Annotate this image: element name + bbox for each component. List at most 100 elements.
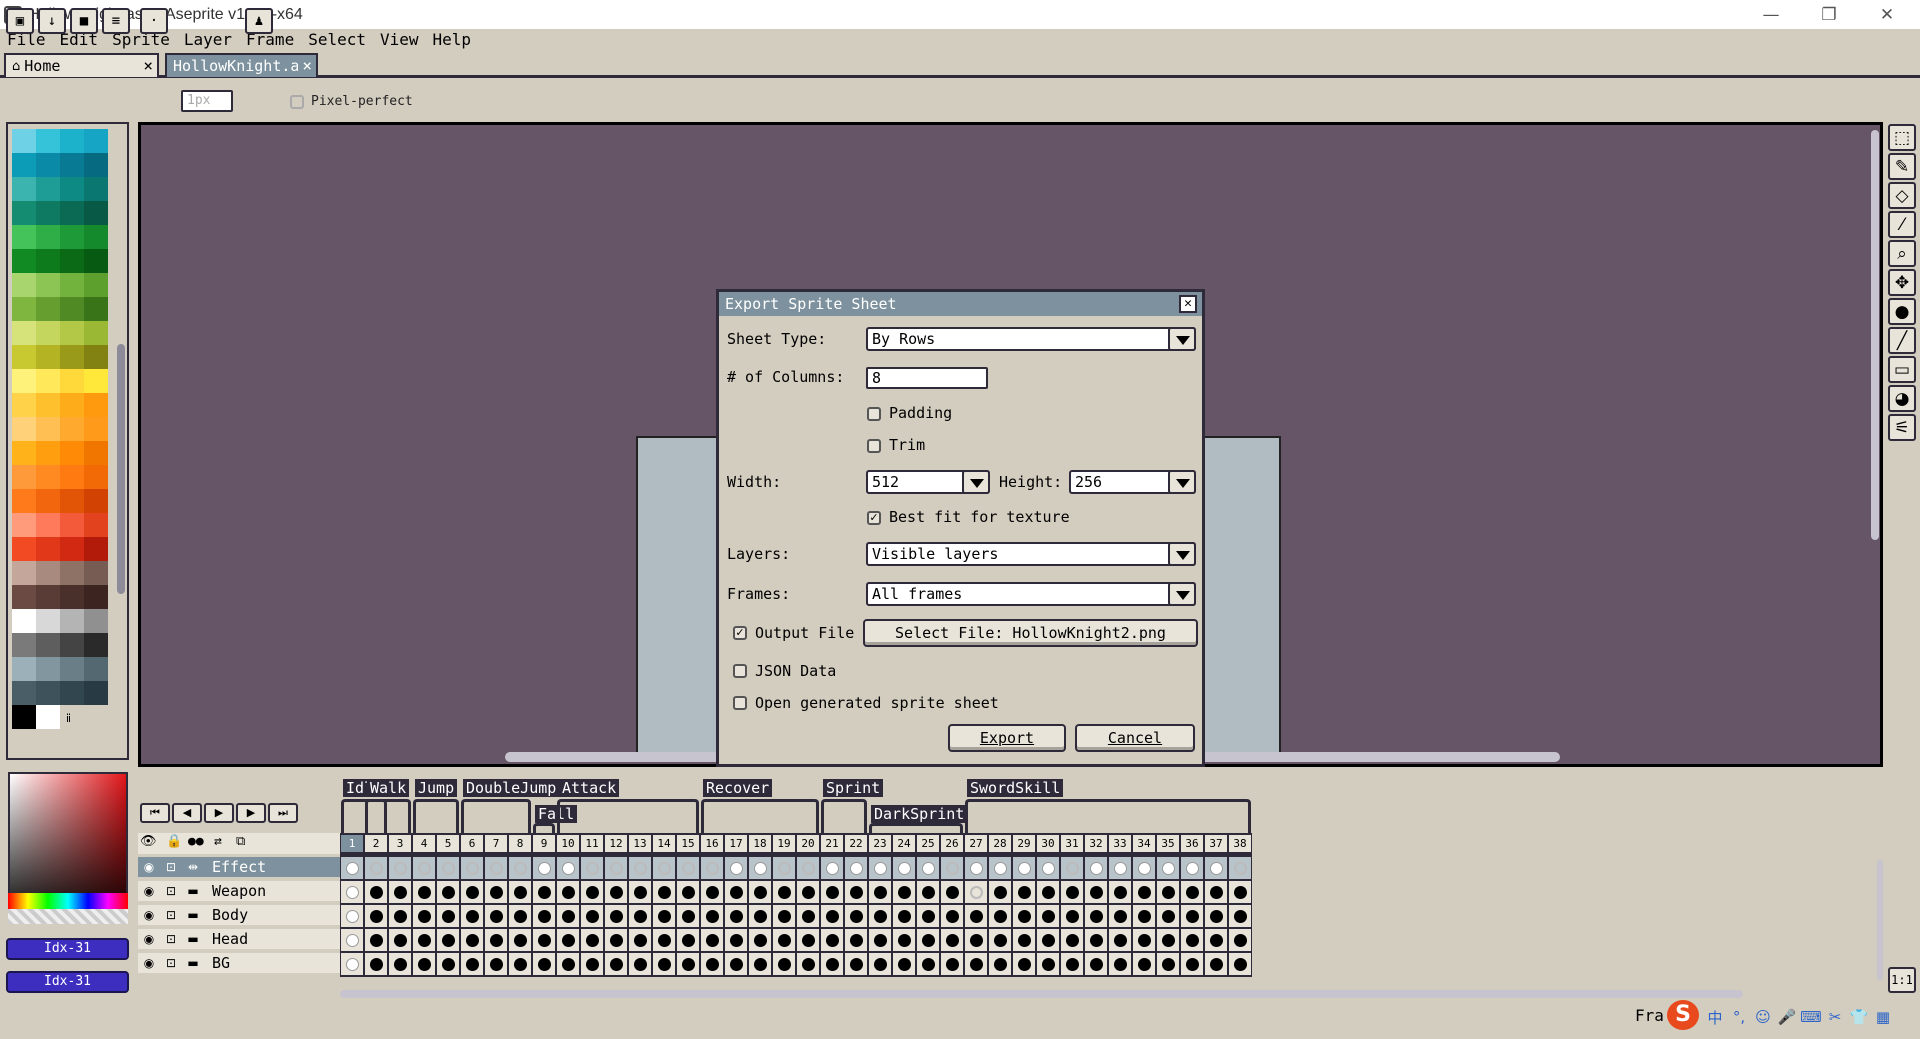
cel[interactable]: [485, 929, 507, 951]
cel[interactable]: [341, 929, 363, 951]
palette-swatch[interactable]: [12, 249, 36, 273]
cel[interactable]: [1205, 881, 1227, 903]
cel[interactable]: [1229, 929, 1251, 951]
square-brush-icon[interactable]: ■: [70, 8, 98, 34]
cel[interactable]: [677, 929, 699, 951]
cel[interactable]: [773, 857, 795, 879]
cel[interactable]: [557, 881, 579, 903]
palette-swatch[interactable]: [12, 153, 36, 177]
cel[interactable]: [437, 881, 459, 903]
cel[interactable]: [1061, 953, 1083, 975]
cel[interactable]: [1109, 953, 1131, 975]
palette-swatch[interactable]: [36, 369, 60, 393]
frame-tag-label[interactable]: Walk: [367, 779, 410, 797]
palette-swatch[interactable]: [84, 273, 108, 297]
palette-swatch[interactable]: [36, 489, 60, 513]
cel[interactable]: [1157, 953, 1179, 975]
cel[interactable]: [821, 953, 843, 975]
tab-hollowknight-close-icon[interactable]: ×: [302, 56, 312, 75]
palette-resize-icon[interactable]: ⅱ: [66, 712, 71, 725]
cel[interactable]: [581, 953, 603, 975]
cel[interactable]: [1013, 953, 1035, 975]
chevron-down-icon[interactable]: [1168, 542, 1196, 566]
eraser-tool-icon[interactable]: ◇: [1888, 182, 1916, 209]
cel[interactable]: [629, 953, 651, 975]
frame-tag-label[interactable]: Attack: [559, 779, 620, 797]
frame-number[interactable]: 19: [773, 835, 795, 852]
cel[interactable]: [1205, 905, 1227, 927]
cel[interactable]: [1205, 929, 1227, 951]
cel[interactable]: [941, 881, 963, 903]
cel[interactable]: [893, 857, 915, 879]
layer-row-head[interactable]: ◉ ⊡ ▬ Head: [138, 929, 340, 951]
frame-number[interactable]: 10: [557, 835, 579, 852]
cel[interactable]: [1037, 857, 1059, 879]
palette-swatch[interactable]: [60, 489, 84, 513]
palette-swatch[interactable]: [60, 225, 84, 249]
cel[interactable]: [797, 929, 819, 951]
cel[interactable]: [461, 929, 483, 951]
palette-swatch[interactable]: [12, 561, 36, 585]
palette-swatch[interactable]: [12, 681, 36, 705]
cel[interactable]: [509, 953, 531, 975]
cel[interactable]: [1037, 929, 1059, 951]
frame-number[interactable]: 29: [1013, 835, 1035, 852]
eye-icon[interactable]: ◉: [138, 860, 160, 874]
cel[interactable]: [365, 929, 387, 951]
frame-number[interactable]: 27: [965, 835, 987, 852]
continuous-icon[interactable]: ▬: [182, 932, 204, 946]
palette-swatch[interactable]: [60, 153, 84, 177]
cel[interactable]: [557, 953, 579, 975]
palette-swatch[interactable]: [12, 705, 36, 729]
frame-number[interactable]: 5: [437, 835, 459, 852]
palette-swatch[interactable]: [60, 345, 84, 369]
cel[interactable]: [965, 857, 987, 879]
cel[interactable]: [533, 857, 555, 879]
frame-number[interactable]: 28: [989, 835, 1011, 852]
palette-swatch[interactable]: [36, 345, 60, 369]
palette-swatch[interactable]: [84, 417, 108, 441]
cel[interactable]: [413, 857, 435, 879]
cel[interactable]: [485, 881, 507, 903]
cel[interactable]: [701, 929, 723, 951]
palette-swatch[interactable]: [84, 129, 108, 153]
cel[interactable]: [629, 929, 651, 951]
chevron-down-icon[interactable]: [1168, 582, 1196, 606]
cel[interactable]: [1109, 905, 1131, 927]
layer-row-effect[interactable]: ◉ ⊡ ⇹ Effect: [138, 857, 340, 879]
palette-swatch[interactable]: [36, 393, 60, 417]
cel[interactable]: [1157, 881, 1179, 903]
frame-number[interactable]: 24: [893, 835, 915, 852]
palette-swatch[interactable]: [84, 441, 108, 465]
cel[interactable]: [1181, 953, 1203, 975]
frame-number[interactable]: 36: [1181, 835, 1203, 852]
eye-icon[interactable]: ◉: [138, 956, 160, 970]
cel[interactable]: [1013, 905, 1035, 927]
palette-swatch[interactable]: [84, 297, 108, 321]
cel[interactable]: [1157, 857, 1179, 879]
cel[interactable]: [1085, 953, 1107, 975]
palette-swatch[interactable]: [36, 465, 60, 489]
palette-swatch[interactable]: [84, 633, 108, 657]
palette-swatch[interactable]: [12, 345, 36, 369]
palette-swatch[interactable]: [12, 393, 36, 417]
frame-number[interactable]: 14: [653, 835, 675, 852]
cel[interactable]: [725, 857, 747, 879]
cel[interactable]: [629, 881, 651, 903]
frame-number[interactable]: 15: [677, 835, 699, 852]
cel[interactable]: [821, 905, 843, 927]
cel[interactable]: [1037, 881, 1059, 903]
cel[interactable]: [1133, 881, 1155, 903]
pencil-tool-icon[interactable]: ✎: [1888, 153, 1916, 180]
palette-swatch[interactable]: [36, 513, 60, 537]
fill-tool-icon[interactable]: ●: [1888, 298, 1916, 325]
cel[interactable]: [821, 929, 843, 951]
palette-swatch[interactable]: [84, 369, 108, 393]
timeline-vertical-scrollbar[interactable]: [1877, 860, 1883, 980]
cel[interactable]: [509, 857, 531, 879]
frame-number[interactable]: 8: [509, 835, 531, 852]
continuous-icon[interactable]: ▬: [182, 908, 204, 922]
frame-number[interactable]: 31: [1061, 835, 1083, 852]
palette-swatch[interactable]: [84, 681, 108, 705]
palette-swatch[interactable]: [60, 393, 84, 417]
